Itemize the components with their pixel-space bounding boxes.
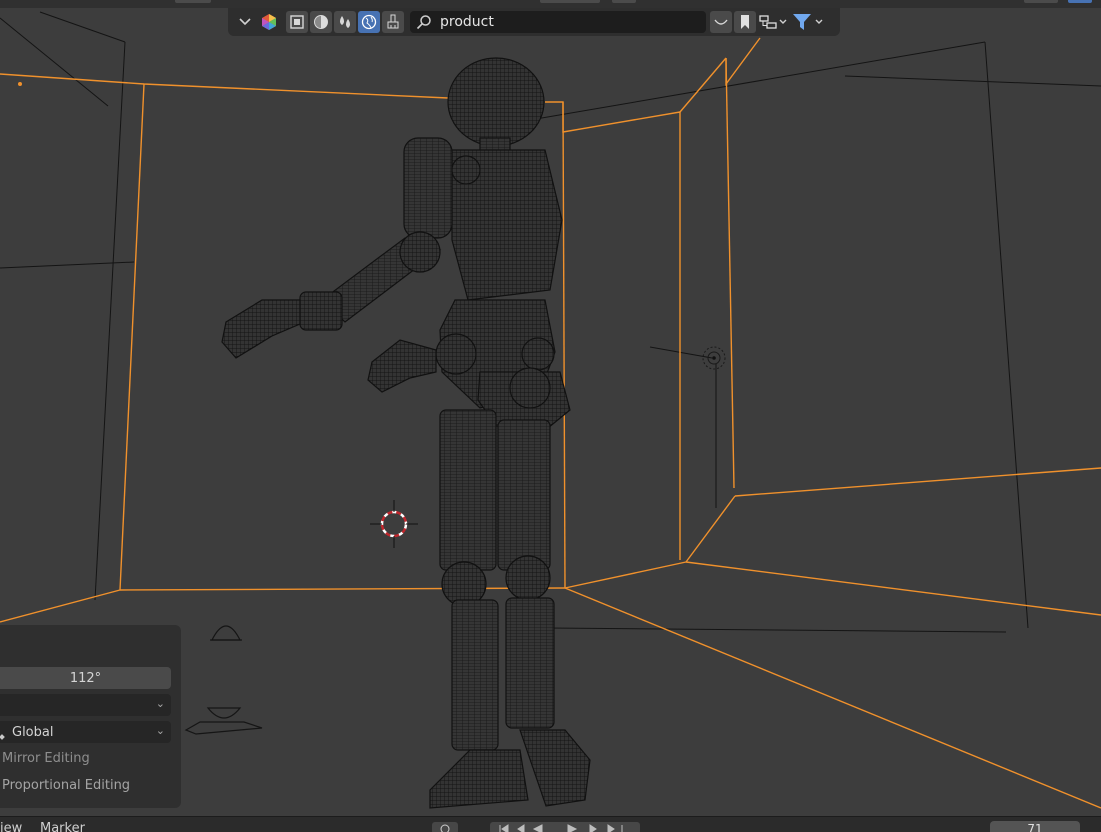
timeline-header: iew Marker 71 xyxy=(0,816,1101,832)
material-filter-button[interactable] xyxy=(310,11,332,33)
orientation-value: Global xyxy=(12,724,54,740)
dropdown-chevron-button[interactable] xyxy=(234,11,256,33)
search-icon xyxy=(416,15,431,30)
world-globe-icon xyxy=(361,14,377,30)
hierarchy-icon xyxy=(759,15,787,29)
search-input[interactable] xyxy=(438,13,702,31)
orientation-dropdown[interactable]: Global ⌄ xyxy=(0,721,171,743)
marker-menu[interactable]: Marker xyxy=(40,821,85,832)
world-filter-button[interactable] xyxy=(358,11,380,33)
chevron-down-icon: ⌄ xyxy=(155,697,165,710)
3d-cursor xyxy=(370,500,418,548)
filter-funnel-icon xyxy=(793,14,823,30)
bookmark-icon xyxy=(741,15,749,29)
droplets-icon xyxy=(340,16,350,28)
outliner-search-field[interactable] xyxy=(410,11,706,33)
brush-filter-button[interactable] xyxy=(382,11,404,33)
proportional-editing-checkbox[interactable]: Proportional Editing xyxy=(2,778,130,793)
bookmark-filter-button[interactable] xyxy=(734,11,756,33)
hierarchy-dropdown-button[interactable] xyxy=(758,11,790,33)
chevron-down-icon xyxy=(239,18,251,26)
playback-controls[interactable] xyxy=(430,820,640,832)
curve-filter-button[interactable] xyxy=(710,11,732,33)
operator-redo-panel: 112° ⌄ Global ⌄ Mirror Editing Proportio… xyxy=(0,625,181,808)
mirror-editing-label: Mirror Editing xyxy=(2,751,90,766)
view-menu[interactable]: iew xyxy=(0,821,22,832)
display-mode-button[interactable] xyxy=(258,11,280,33)
curve-icon xyxy=(714,19,728,25)
square-select-icon xyxy=(290,15,304,29)
orientation-icon xyxy=(0,734,5,740)
brush-icon xyxy=(387,14,399,29)
color-hexagon-icon xyxy=(262,14,276,30)
angle-value: 112° xyxy=(69,670,102,686)
chevron-down-icon: ⌄ xyxy=(155,724,165,737)
current-frame-field[interactable]: 71 xyxy=(990,821,1080,832)
outliner-filter-header xyxy=(228,8,840,36)
axis-dropdown[interactable]: ⌄ xyxy=(0,694,171,716)
material-sphere-icon xyxy=(314,15,328,29)
mirror-editing-checkbox[interactable]: Mirror Editing xyxy=(2,751,90,766)
angle-field[interactable]: 112° xyxy=(0,667,171,689)
proportional-editing-label: Proportional Editing xyxy=(2,778,131,793)
3d-viewport[interactable]: 112° ⌄ Global ⌄ Mirror Editing Proportio… xyxy=(0,0,1101,816)
object-filter-button[interactable] xyxy=(286,11,308,33)
fluid-filter-button[interactable] xyxy=(334,11,356,33)
filter-dropdown-button[interactable] xyxy=(792,11,826,33)
